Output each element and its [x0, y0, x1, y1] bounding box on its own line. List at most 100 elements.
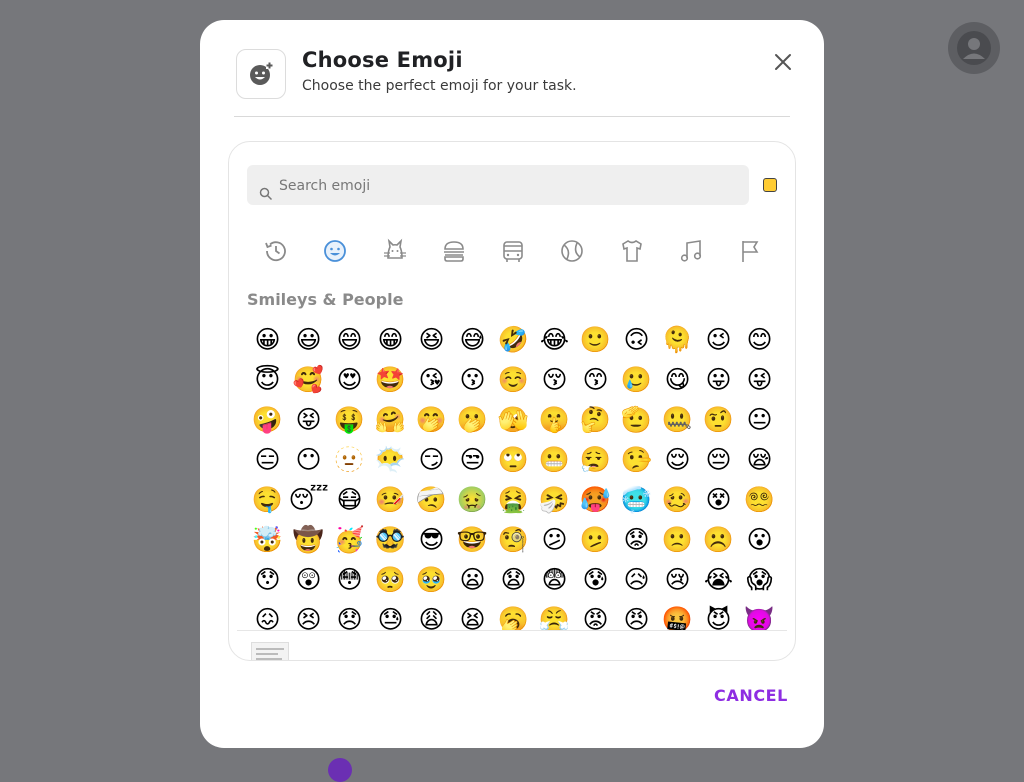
emoji-item[interactable]: 😟 [616, 519, 657, 559]
emoji-item[interactable]: 🥸 [370, 519, 411, 559]
emoji-item[interactable]: 😊 [739, 319, 779, 359]
emoji-item[interactable]: 🤓 [452, 519, 493, 559]
emoji-item[interactable]: 🤢 [452, 479, 493, 519]
emoji-item[interactable]: 😈 [698, 599, 739, 632]
close-button[interactable] [770, 49, 796, 75]
search-input[interactable] [277, 165, 741, 207]
emoji-item[interactable]: 😔 [698, 439, 739, 479]
emoji-item[interactable]: 🤐 [657, 399, 698, 439]
emoji-item[interactable]: 😏 [411, 439, 452, 479]
emoji-item[interactable]: 🥵 [575, 479, 616, 519]
emoji-item[interactable]: 🤥 [616, 439, 657, 479]
emoji-item[interactable]: 😬 [534, 439, 575, 479]
tab-objects[interactable] [617, 232, 647, 270]
emoji-item[interactable]: 😨 [534, 559, 575, 599]
emoji-item[interactable]: 😮 [739, 519, 779, 559]
emoji-item[interactable]: 🤪 [247, 399, 288, 439]
emoji-item[interactable]: 🫠 [657, 319, 698, 359]
emoji-item[interactable]: 😜 [739, 359, 779, 399]
emoji-item[interactable]: 😉 [698, 319, 739, 359]
emoji-item[interactable]: 😖 [247, 599, 288, 632]
emoji-item[interactable]: 🤨 [698, 399, 739, 439]
emoji-item[interactable]: 😃 [288, 319, 329, 359]
emoji-item[interactable]: 🫡 [616, 399, 657, 439]
emoji-item[interactable]: 😶‍🌫️ [370, 439, 411, 479]
emoji-item[interactable]: 😴 [288, 479, 329, 519]
emoji-item[interactable]: 😠 [616, 599, 657, 632]
emoji-item[interactable]: 😫 [452, 599, 493, 632]
tab-symbols[interactable] [676, 232, 706, 270]
emoji-item[interactable]: 🥺 [370, 559, 411, 599]
emoji-item[interactable]: 🤤 [247, 479, 288, 519]
emoji-item[interactable]: 🥲 [616, 359, 657, 399]
emoji-item[interactable]: 😯 [247, 559, 288, 599]
emoji-item[interactable]: 😋 [657, 359, 698, 399]
tab-activities[interactable] [557, 232, 587, 270]
emoji-item[interactable]: 😰 [575, 559, 616, 599]
emoji-item[interactable]: 😀 [247, 319, 288, 359]
emoji-item[interactable]: 🤠 [288, 519, 329, 559]
emoji-item[interactable]: 🥱 [493, 599, 534, 632]
emoji-item[interactable]: ☺️ [493, 359, 534, 399]
emoji-item[interactable]: 😆 [411, 319, 452, 359]
tab-flags[interactable] [735, 232, 765, 270]
emoji-item[interactable]: 😲 [288, 559, 329, 599]
skin-tone-selector[interactable] [763, 178, 777, 192]
emoji-item[interactable]: 🤒 [370, 479, 411, 519]
emoji-item[interactable]: 😝 [288, 399, 329, 439]
emoji-item[interactable]: 🤩 [370, 359, 411, 399]
emoji-item[interactable]: 😅 [452, 319, 493, 359]
emoji-item[interactable]: 😢 [657, 559, 698, 599]
emoji-item[interactable]: 😩 [411, 599, 452, 632]
emoji-item[interactable]: 🙃 [616, 319, 657, 359]
emoji-item[interactable]: 😇 [247, 359, 288, 399]
emoji-item[interactable]: 😡 [575, 599, 616, 632]
emoji-item[interactable]: 😂 [534, 319, 575, 359]
emoji-item[interactable]: 😙 [575, 359, 616, 399]
emoji-item[interactable]: 👿 [739, 599, 779, 632]
emoji-item[interactable]: 😑 [247, 439, 288, 479]
emoji-item[interactable]: 😳 [329, 559, 370, 599]
emoji-item[interactable]: 😍 [329, 359, 370, 399]
emoji-item[interactable]: 😵‍💫 [739, 479, 779, 519]
emoji-item[interactable]: 😥 [616, 559, 657, 599]
emoji-item[interactable]: 🫤 [575, 519, 616, 559]
emoji-item[interactable]: 😤 [534, 599, 575, 632]
emoji-item[interactable]: 🤧 [534, 479, 575, 519]
emoji-item[interactable]: 😮‍💨 [575, 439, 616, 479]
emoji-item[interactable]: 😎 [411, 519, 452, 559]
emoji-item[interactable]: 🤕 [411, 479, 452, 519]
emoji-item[interactable]: 😶 [288, 439, 329, 479]
emoji-item[interactable]: 😚 [534, 359, 575, 399]
emoji-item[interactable]: 😁 [370, 319, 411, 359]
emoji-item[interactable]: 🤮 [493, 479, 534, 519]
emoji-item[interactable]: 😛 [698, 359, 739, 399]
emoji-item[interactable]: 😱 [739, 559, 779, 599]
emoji-item[interactable]: 🤭 [411, 399, 452, 439]
tab-travel[interactable] [498, 232, 528, 270]
emoji-item[interactable]: ☹️ [698, 519, 739, 559]
emoji-item[interactable]: 🫢 [452, 399, 493, 439]
emoji-item[interactable]: 😌 [657, 439, 698, 479]
tab-food[interactable] [439, 232, 469, 270]
emoji-item[interactable]: 😓 [370, 599, 411, 632]
emoji-item[interactable]: 🤫 [534, 399, 575, 439]
emoji-item[interactable]: 😄 [329, 319, 370, 359]
emoji-item[interactable]: 🙂 [575, 319, 616, 359]
emoji-item[interactable]: 😞 [329, 599, 370, 632]
emoji-item[interactable]: 🙁 [657, 519, 698, 559]
emoji-item[interactable]: 🤗 [370, 399, 411, 439]
emoji-item[interactable]: 🥹 [411, 559, 452, 599]
emoji-item[interactable]: 🤬 [657, 599, 698, 632]
cancel-button[interactable]: CANCEL [706, 682, 796, 710]
emoji-item[interactable]: 🥳 [329, 519, 370, 559]
emoji-item[interactable]: 🙄 [493, 439, 534, 479]
emoji-item[interactable]: 🥰 [288, 359, 329, 399]
emoji-item[interactable]: 🤯 [247, 519, 288, 559]
emoji-item[interactable]: 😘 [411, 359, 452, 399]
emoji-item[interactable]: 😷 [329, 479, 370, 519]
account-avatar-button[interactable] [948, 22, 1000, 74]
tab-recent[interactable] [261, 232, 291, 270]
emoji-item[interactable]: 😦 [452, 559, 493, 599]
emoji-item[interactable]: 🤣 [493, 319, 534, 359]
